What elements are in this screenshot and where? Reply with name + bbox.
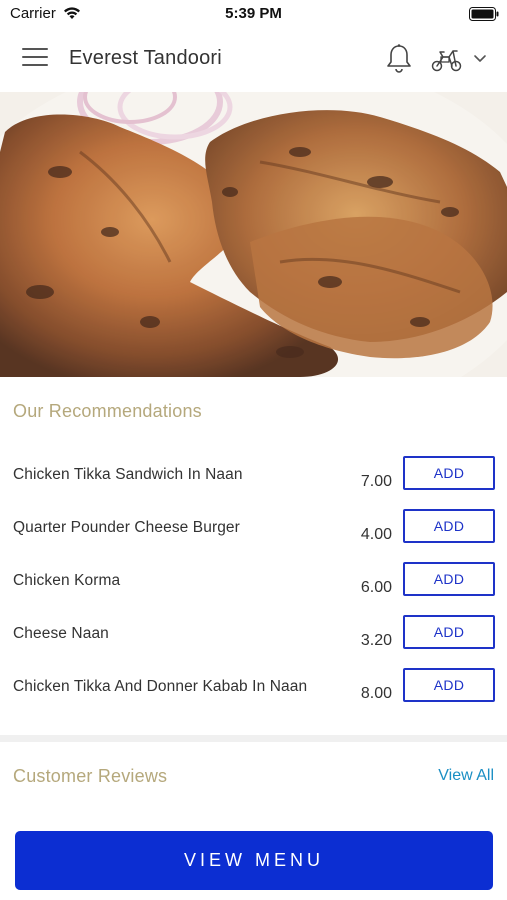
add-button[interactable]: ADD — [403, 668, 495, 702]
item-price: 6.00 — [360, 579, 392, 596]
add-button[interactable]: ADD — [403, 615, 495, 649]
hero-food-image — [0, 92, 507, 377]
battery-icon — [469, 7, 499, 21]
item-price: 7.00 — [360, 473, 392, 490]
view-menu-button[interactable]: VIEW MENU — [15, 831, 493, 890]
item-name: Chicken Tikka Sandwich In Naan — [13, 466, 243, 483]
page-title: Everest Tandoori — [69, 47, 222, 69]
list-item: Chicken Tikka And Donner Kabab In Naan 8… — [0, 668, 507, 731]
item-name: Quarter Pounder Cheese Burger — [13, 519, 240, 536]
chevron-down-icon[interactable] — [472, 53, 488, 65]
item-price: 4.00 — [360, 526, 392, 543]
reviews-title: Customer Reviews — [13, 766, 168, 786]
status-bar: Carrier 5:39 PM — [0, 0, 507, 28]
delivery-scooter-icon[interactable] — [431, 47, 463, 73]
bell-icon[interactable] — [385, 43, 413, 75]
add-button[interactable]: ADD — [403, 562, 495, 596]
hamburger-menu-icon[interactable] — [22, 48, 48, 70]
item-name: Cheese Naan — [13, 625, 109, 642]
add-button[interactable]: ADD — [403, 509, 495, 543]
add-button[interactable]: ADD — [403, 456, 495, 490]
item-price: 8.00 — [360, 685, 392, 702]
view-all-link[interactable]: View All — [438, 767, 494, 785]
section-divider — [0, 735, 507, 742]
item-name: Chicken Tikka And Donner Kabab In Naan — [13, 678, 308, 695]
app-header: Everest Tandoori — [0, 28, 507, 92]
item-price: 3.20 — [360, 632, 392, 649]
item-name: Chicken Korma — [13, 572, 121, 589]
recommendations-title: Our Recommendations — [13, 401, 202, 421]
status-time: 5:39 PM — [225, 5, 282, 22]
